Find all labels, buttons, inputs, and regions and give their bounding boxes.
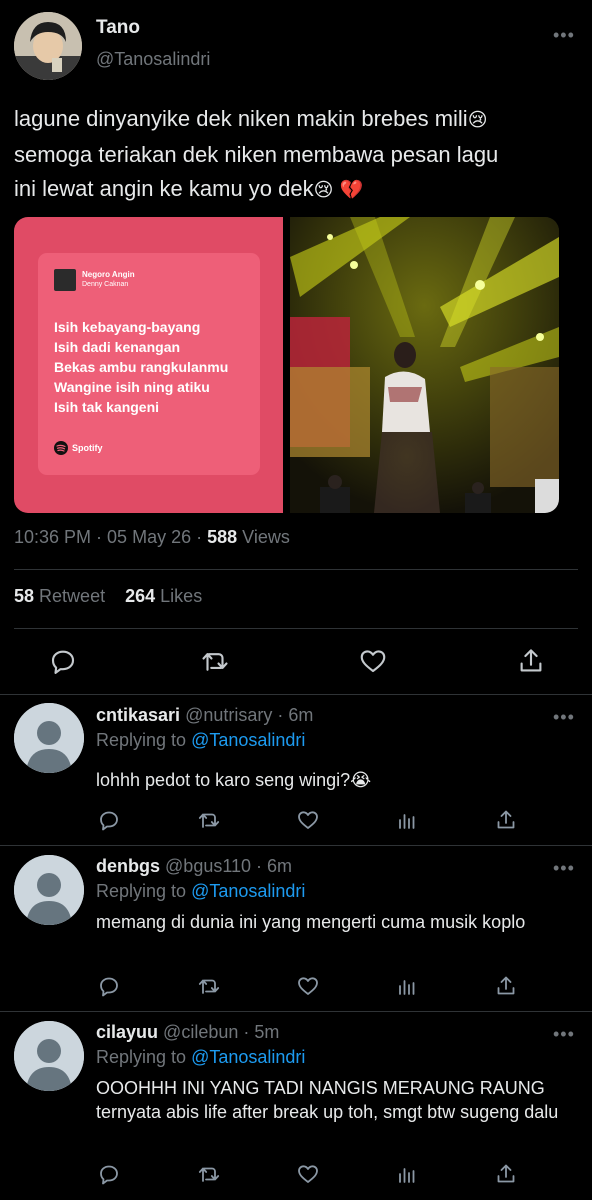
lyric-lines: Isih kebayang-bayang Isih dadi kenangan …: [54, 317, 228, 417]
song-artist: Denny Caknan: [82, 281, 129, 288]
retweet-icon[interactable]: [200, 646, 230, 676]
replying-to-handle[interactable]: @Tanosalindri: [191, 1047, 305, 1067]
likes-count[interactable]: 264: [125, 586, 155, 606]
divider: [14, 628, 578, 629]
views-label: Views: [242, 527, 290, 547]
author-name[interactable]: Tano: [96, 17, 140, 39]
album-art-icon: [54, 269, 76, 291]
lyric-line: Wangine isih ning atiku: [54, 379, 210, 395]
divider: [14, 569, 578, 570]
replying-to: Replying to @Tanosalindri: [96, 730, 306, 750]
crying-emoji: 😢: [313, 180, 334, 201]
author-handle[interactable]: @Tanosalindri: [96, 49, 210, 70]
tweet-time: 10:36 PM: [14, 527, 92, 547]
reply-author[interactable]: denbgs @bgus110 · 6m: [96, 856, 292, 877]
reply-icon[interactable]: [97, 1162, 121, 1186]
like-icon[interactable]: [358, 646, 388, 676]
divider: [0, 1011, 592, 1012]
share-icon[interactable]: [494, 1162, 518, 1186]
reply-text: OOOHHH INI YANG TADI NANGIS MERAUNG RAUN…: [96, 1078, 559, 1122]
broken-heart-emoji: 💔: [339, 180, 364, 201]
reply-avatar[interactable]: [14, 703, 84, 773]
likes-label[interactable]: Likes: [160, 586, 202, 606]
reply-author[interactable]: cntikasari @nutrisary · 6m: [96, 705, 313, 726]
share-icon[interactable]: [494, 808, 518, 832]
share-icon[interactable]: [494, 974, 518, 998]
lyric-header: Negoro Angin Denny Caknan: [54, 269, 135, 291]
reply-text: memang di dunia ini yang mengerti cuma m…: [96, 912, 526, 932]
replying-to-handle[interactable]: @Tanosalindri: [191, 730, 305, 750]
tweet-date: 05 May 26: [107, 527, 192, 547]
views-icon[interactable]: [395, 974, 419, 998]
reply-name[interactable]: denbgs: [96, 856, 160, 876]
spotify-label: Spotify: [72, 443, 103, 453]
lyric-card: Negoro Angin Denny Caknan Isih kebayang-…: [38, 253, 260, 475]
divider: [0, 845, 592, 846]
reply-icon[interactable]: [97, 808, 121, 832]
replying-to-handle[interactable]: @Tanosalindri: [191, 881, 305, 901]
reply-time: 5m: [254, 1022, 280, 1042]
retweet-label[interactable]: Retweet: [39, 586, 105, 606]
views-count: 588: [207, 527, 238, 547]
tweet-stats: 58 Retweet 264 Likes: [14, 586, 202, 607]
reply-time: 6m: [288, 705, 314, 725]
like-icon[interactable]: [296, 808, 320, 832]
spotify-icon: [54, 441, 68, 455]
reply-handle[interactable]: @cilebun: [163, 1022, 238, 1042]
divider: [0, 694, 592, 695]
retweet-icon[interactable]: [197, 974, 221, 998]
views-icon[interactable]: [395, 808, 419, 832]
reply-text: lohhh pedot to karo seng wingi?😭: [96, 770, 372, 790]
like-icon[interactable]: [296, 1162, 320, 1186]
more-icon[interactable]: •••: [553, 26, 575, 44]
reply-name[interactable]: cntikasari: [96, 705, 180, 725]
author-avatar[interactable]: [14, 12, 82, 80]
more-icon[interactable]: •••: [553, 859, 575, 877]
reply-avatar[interactable]: [14, 855, 84, 925]
reply-author[interactable]: cilayuu @cilebun · 5m: [96, 1022, 279, 1043]
media-concert-photo[interactable]: [290, 217, 559, 513]
lyric-line: Isih tak kangeni: [54, 399, 160, 415]
reply-time: 6m: [267, 856, 293, 876]
reply-icon[interactable]: [48, 646, 78, 676]
crying-emoji: 😢: [467, 110, 488, 131]
tweet-text-line-2: semoga teriakan dek niken membawa pesan …: [14, 142, 499, 167]
like-icon[interactable]: [296, 974, 320, 998]
lyric-line: Isih kebayang-bayang: [54, 319, 201, 335]
replying-to: Replying to @Tanosalindri: [96, 1047, 306, 1067]
retweet-icon[interactable]: [197, 808, 221, 832]
reply-icon[interactable]: [97, 974, 121, 998]
lyric-line: Isih dadi kenangan: [54, 339, 181, 355]
reply-name[interactable]: cilayuu: [96, 1022, 158, 1042]
tweet-text-line-1: lagune dinyanyike dek niken makin brebes…: [14, 106, 468, 131]
spotify-logo: Spotify: [54, 441, 103, 455]
reply-avatar[interactable]: [14, 1021, 84, 1091]
song-title: Negoro Angin: [82, 270, 135, 279]
more-icon[interactable]: •••: [553, 708, 575, 726]
more-icon[interactable]: •••: [553, 1025, 575, 1043]
share-icon[interactable]: [516, 646, 546, 676]
views-icon[interactable]: [395, 1162, 419, 1186]
retweet-icon[interactable]: [197, 1162, 221, 1186]
lyric-line: Bekas ambu rangkulanmu: [54, 359, 229, 375]
media-lyrics-image[interactable]: Negoro Angin Denny Caknan Isih kebayang-…: [14, 217, 283, 513]
tweet-text: lagune dinyanyike dek niken makin brebes…: [14, 102, 584, 208]
tweet-meta: 10:36 PM · 05 May 26 · 588 Views: [14, 527, 290, 547]
replying-to: Replying to @Tanosalindri: [96, 881, 306, 901]
reply-handle[interactable]: @bgus110: [165, 856, 251, 876]
retweet-count[interactable]: 58: [14, 586, 34, 606]
reply-handle[interactable]: @nutrisary: [185, 705, 272, 725]
tweet-text-line-3: ini lewat angin ke kamu yo dek: [14, 176, 314, 201]
